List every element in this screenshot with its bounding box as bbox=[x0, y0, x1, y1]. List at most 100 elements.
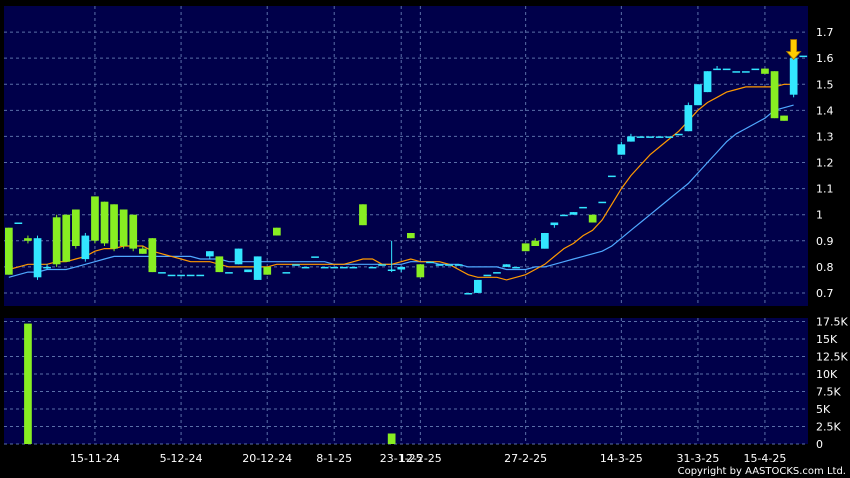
candle-body bbox=[253, 256, 262, 280]
price-y-tick-label: 1.2 bbox=[816, 157, 834, 170]
x-tick-label: 15-11-24 bbox=[70, 452, 120, 465]
candle-body bbox=[560, 214, 568, 217]
candle-body bbox=[416, 264, 425, 278]
price-y-tick-label: 1.4 bbox=[816, 104, 834, 117]
candle-body bbox=[158, 272, 166, 274]
candle-body bbox=[320, 266, 329, 269]
candle-body bbox=[368, 266, 377, 269]
candle-body bbox=[435, 264, 444, 266]
price-y-tick-label: 1.1 bbox=[816, 183, 834, 196]
x-tick-label: 20-12-24 bbox=[242, 452, 292, 465]
candle-body bbox=[799, 55, 808, 58]
candle-body bbox=[215, 256, 224, 273]
candle-body bbox=[732, 71, 741, 73]
candle-body bbox=[196, 274, 205, 277]
candle-body bbox=[397, 266, 406, 270]
candle-body bbox=[588, 214, 597, 223]
candle-body bbox=[464, 293, 473, 295]
candle-body bbox=[81, 235, 90, 260]
price-y-tick-label: 0.7 bbox=[816, 287, 834, 300]
stock-chart: 0.7 0.8 0.9 1 1.1 1.2 1.3 1.4 1.5 1.6 1.7 0 2.5K 5K 7… bbox=[0, 0, 850, 478]
candle-body bbox=[541, 233, 549, 249]
price-y-tick-label: 0.8 bbox=[816, 261, 834, 274]
volume-y-tick-label: 2.5K bbox=[816, 421, 841, 434]
candle-body bbox=[148, 238, 157, 273]
candle-body bbox=[502, 264, 511, 267]
candle-body bbox=[24, 238, 32, 241]
candle-body bbox=[119, 209, 128, 246]
candle-body bbox=[789, 58, 798, 95]
volume-y-tick-label: 10K bbox=[816, 368, 838, 381]
candle-body bbox=[684, 105, 693, 132]
candle-body bbox=[761, 68, 769, 74]
volume-y-tick-label: 7.5K bbox=[816, 386, 841, 399]
candle-body bbox=[91, 196, 99, 241]
volume-y-tick-label: 12.5K bbox=[816, 351, 848, 364]
x-tick-label: 14-3-25 bbox=[600, 452, 643, 465]
candle-body bbox=[43, 266, 51, 269]
candle-body bbox=[139, 248, 147, 254]
x-tick-label: 27-2-25 bbox=[504, 452, 547, 465]
volume-y-tick-label: 0 bbox=[816, 438, 823, 451]
candle-body bbox=[751, 68, 760, 71]
x-tick-label: 31-3-25 bbox=[676, 452, 719, 465]
candle-body bbox=[713, 68, 721, 71]
volume-y-tick-label: 17.5K bbox=[816, 316, 848, 329]
volume-y-tick-label: 15K bbox=[816, 333, 838, 346]
candle-body bbox=[426, 261, 434, 264]
candle-body bbox=[454, 264, 463, 266]
candle-body bbox=[579, 206, 587, 209]
price-y-tick-label: 1.7 bbox=[816, 26, 834, 39]
candle-body bbox=[493, 272, 501, 274]
candle-body bbox=[531, 240, 540, 246]
candle-body bbox=[33, 238, 42, 278]
candle-body bbox=[72, 209, 80, 246]
candle-body bbox=[598, 201, 607, 204]
candle-body bbox=[770, 71, 779, 119]
candle-body bbox=[349, 266, 358, 269]
candle-body bbox=[569, 212, 578, 215]
candle-body bbox=[780, 115, 788, 121]
candle-body bbox=[206, 251, 214, 257]
price-y-tick-label: 0.9 bbox=[816, 235, 834, 248]
price-y-tick-label: 1 bbox=[816, 209, 823, 222]
candle-body bbox=[167, 274, 176, 277]
volume-panel-bg bbox=[4, 318, 808, 444]
candle-body bbox=[675, 133, 683, 136]
candle-body bbox=[387, 269, 396, 271]
candle-body bbox=[512, 266, 520, 269]
candle-body bbox=[100, 201, 109, 244]
volume-y-tick-label: 5K bbox=[816, 403, 831, 416]
candle-body bbox=[655, 136, 664, 138]
candle-body bbox=[129, 214, 138, 249]
candle-body bbox=[14, 222, 23, 224]
candle-body bbox=[742, 71, 750, 73]
candle-body bbox=[646, 136, 654, 138]
price-y-tick-label: 1.3 bbox=[816, 130, 834, 143]
candle-body bbox=[263, 266, 272, 275]
volume-bar bbox=[387, 433, 396, 444]
candle-body bbox=[330, 266, 339, 269]
candle-body bbox=[608, 175, 616, 178]
x-tick-label: 12-2-25 bbox=[399, 452, 442, 465]
volume-bar bbox=[24, 323, 32, 444]
candle-body bbox=[340, 266, 348, 269]
copyright-text: Copyright by AASTOCKS.com Ltd. bbox=[678, 466, 846, 477]
candle-body bbox=[550, 222, 559, 226]
price-y-tick-label: 1.6 bbox=[816, 52, 834, 65]
candle-body bbox=[407, 233, 415, 239]
x-axis: 15-11-24 5-12-24 20-12-24 8-1-25 23-1-2512-2… bbox=[70, 452, 786, 465]
candle-body bbox=[445, 264, 453, 266]
candle-body bbox=[311, 256, 319, 258]
price-y-tick-label: 1.5 bbox=[816, 78, 834, 91]
candle-body bbox=[722, 68, 731, 71]
candle-body bbox=[234, 248, 243, 265]
candle-body bbox=[292, 264, 300, 266]
candle-body bbox=[627, 136, 635, 142]
price-panel-bg bbox=[4, 6, 808, 306]
price-panel: 0.7 0.8 0.9 1 1.1 1.2 1.3 1.4 1.5 1.6 1.7 bbox=[4, 6, 834, 306]
candle-body bbox=[359, 204, 367, 226]
candle-body bbox=[177, 274, 185, 277]
candle-body bbox=[474, 279, 482, 293]
candle-body bbox=[225, 272, 233, 274]
